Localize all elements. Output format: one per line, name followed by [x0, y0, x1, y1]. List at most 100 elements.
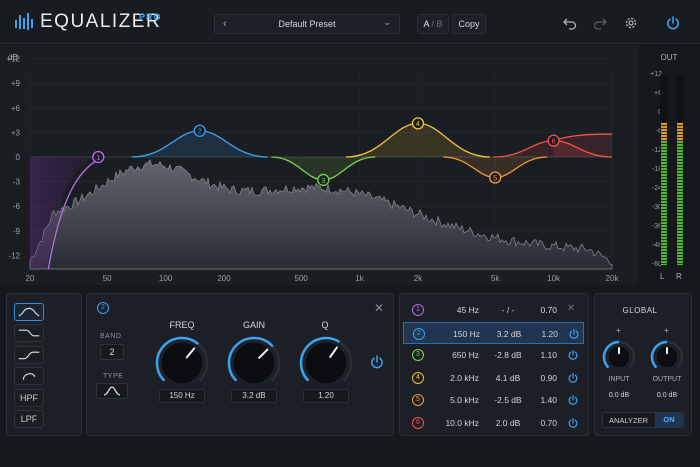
band-row-number: 1	[412, 304, 424, 316]
filter-type-high-shelf[interactable]	[14, 324, 44, 343]
db-tick-label: 0	[16, 153, 21, 162]
band-row-freq[interactable]: 2.0 kHz	[439, 373, 479, 383]
q-knob[interactable]	[299, 336, 353, 390]
ab-compare-button[interactable]: A / B	[417, 14, 449, 34]
band-node-label: 5	[493, 175, 497, 182]
ab-separator: /	[431, 19, 434, 29]
eq-graph[interactable]: dB +12 +9 +6 +3 0 -3 -6 -9 -12 20 50 100 200 500 1k 2k 5k…	[0, 45, 638, 285]
high-shelf-icon	[18, 330, 40, 337]
q-label: Q	[321, 320, 329, 330]
freq-tick-label: 1k	[355, 274, 364, 283]
band-node-label: 3	[321, 178, 325, 185]
band-row-2[interactable]: 2 150 Hz 3.2 dB 1.20	[403, 321, 584, 344]
band-power-icon[interactable]	[567, 372, 579, 384]
preset-name: Default Preset	[278, 19, 336, 29]
analyzer-state[interactable]: ON	[655, 413, 683, 427]
type-selector[interactable]	[96, 383, 128, 399]
band-row-6[interactable]: 6 10.0 kHz 2.0 dB 0.70	[403, 412, 584, 434]
global-title: GLOBAL	[622, 306, 658, 315]
band-node-2[interactable]: 2	[193, 124, 206, 137]
band-row-number: 3	[412, 349, 424, 362]
filter-type-lpf[interactable]: LPF	[14, 410, 44, 428]
band-power-icon[interactable]	[568, 328, 580, 340]
band-node-1[interactable]: 1	[92, 150, 105, 164]
analyzer-toggle[interactable]: ANALYZER ON	[602, 412, 684, 428]
band-row-q[interactable]: 1.20	[534, 329, 558, 339]
band-row-gain[interactable]: -2.5 dB	[486, 395, 530, 405]
db-tick-label: +6	[11, 104, 21, 113]
power-icon[interactable]	[665, 15, 681, 31]
band-node-4[interactable]: 4	[411, 117, 425, 130]
band-row-gain[interactable]: 3.2 dB	[487, 329, 531, 339]
filter-type-low-shelf[interactable]	[14, 345, 44, 364]
band-power-icon[interactable]	[567, 417, 579, 429]
band-row-q[interactable]: 0.90	[533, 373, 557, 383]
band-number-field[interactable]: 2	[100, 344, 124, 360]
chevron-down-icon[interactable]: ⌄	[383, 17, 391, 28]
redo-icon[interactable]	[592, 15, 608, 31]
filter-type-bell[interactable]	[14, 303, 44, 321]
band-power-icon[interactable]	[567, 349, 579, 361]
band-row-freq[interactable]: 45 Hz	[439, 305, 479, 315]
chevron-left-icon[interactable]: ‹	[223, 18, 227, 30]
band-row-gain[interactable]: 2.0 dB	[486, 418, 530, 428]
input-knob[interactable]	[602, 340, 636, 374]
undo-icon[interactable]	[562, 15, 578, 31]
band-row-gain[interactable]: - / -	[486, 305, 530, 315]
band-node-label: 6	[552, 138, 556, 145]
band-row-q[interactable]: 0.70	[533, 305, 557, 315]
band-row-q[interactable]: 0.70	[533, 418, 557, 428]
freq-value[interactable]: 150 Hz	[159, 389, 205, 403]
preset-selector[interactable]: ‹ Default Preset ⌄	[214, 14, 400, 34]
band-power-icon[interactable]	[369, 354, 385, 370]
band-power-icon[interactable]	[567, 394, 579, 406]
freq-tick-label: 10k	[547, 274, 561, 283]
eq-graph-canvas[interactable]: dB+12+9+6+30-3-6-9-1220 50 100 200 500 1k 2k 5k…	[0, 45, 638, 285]
equalizer-logo-icon	[15, 13, 33, 30]
output-value[interactable]: 0.0 dB	[647, 392, 687, 399]
bell-curve-icon	[103, 386, 121, 396]
band-row-4[interactable]: 4 2.0 kHz 4.1 dB 0.90	[403, 367, 584, 389]
band-node-5[interactable]: 5	[489, 171, 502, 184]
band-row-freq[interactable]: 10.0 kHz	[439, 418, 479, 428]
meter-right-label: R	[676, 272, 682, 281]
close-icon[interactable]: ✕	[374, 301, 384, 315]
band-row-q[interactable]: 1.10	[533, 350, 557, 360]
band-row-5[interactable]: 5 5.0 kHz -2.5 dB 1.40	[403, 389, 584, 411]
output-knob[interactable]	[650, 340, 684, 374]
band-row-q[interactable]: 1.40	[533, 395, 557, 405]
pro-badge: PRO	[139, 12, 162, 22]
db-tick-label: +9	[11, 79, 21, 88]
band-row-freq[interactable]: 5.0 kHz	[439, 395, 479, 405]
filter-type-hpf[interactable]: HPF	[14, 388, 44, 407]
gain-value[interactable]: 3.2 dB	[231, 389, 277, 403]
band-row-freq[interactable]: 650 Hz	[439, 350, 479, 360]
band-row-gain[interactable]: -2.8 dB	[486, 350, 530, 360]
band-row-3[interactable]: 3 650 Hz -2.8 dB 1.10	[403, 344, 584, 366]
band-row-gain[interactable]: 4.1 dB	[486, 373, 530, 383]
ab-a-label: A	[423, 19, 429, 29]
band-label: BAND	[100, 333, 122, 340]
freq-tick-label: 50	[103, 274, 112, 283]
gear-icon[interactable]	[623, 15, 639, 31]
freq-knob[interactable]	[155, 336, 209, 390]
band-node-3[interactable]: 3	[317, 173, 330, 187]
copy-button[interactable]: Copy	[452, 14, 486, 34]
db-tick-label: -6	[13, 202, 21, 211]
band-row-freq[interactable]: 150 Hz	[440, 329, 480, 339]
input-plus-icon: +	[616, 326, 621, 335]
input-value[interactable]: 0.0 dB	[599, 392, 639, 399]
db-tick-label: -9	[13, 227, 21, 236]
band-row-1[interactable]: 1 45 Hz - / -0.70 ✕	[403, 299, 584, 321]
notch-icon	[22, 373, 36, 381]
db-tick-label: +12	[6, 55, 20, 64]
filter-type-notch[interactable]	[14, 367, 44, 386]
q-value[interactable]: 1.20	[303, 389, 349, 403]
gain-knob[interactable]	[227, 336, 281, 390]
freq-tick-label: 20	[26, 274, 35, 283]
meter-left-label: L	[660, 272, 665, 281]
meter-bars	[660, 75, 684, 265]
freq-tick-label: 5k	[491, 274, 500, 283]
band-disabled-icon[interactable]: ✕	[567, 303, 579, 315]
band-node-6[interactable]: 6	[547, 134, 560, 147]
